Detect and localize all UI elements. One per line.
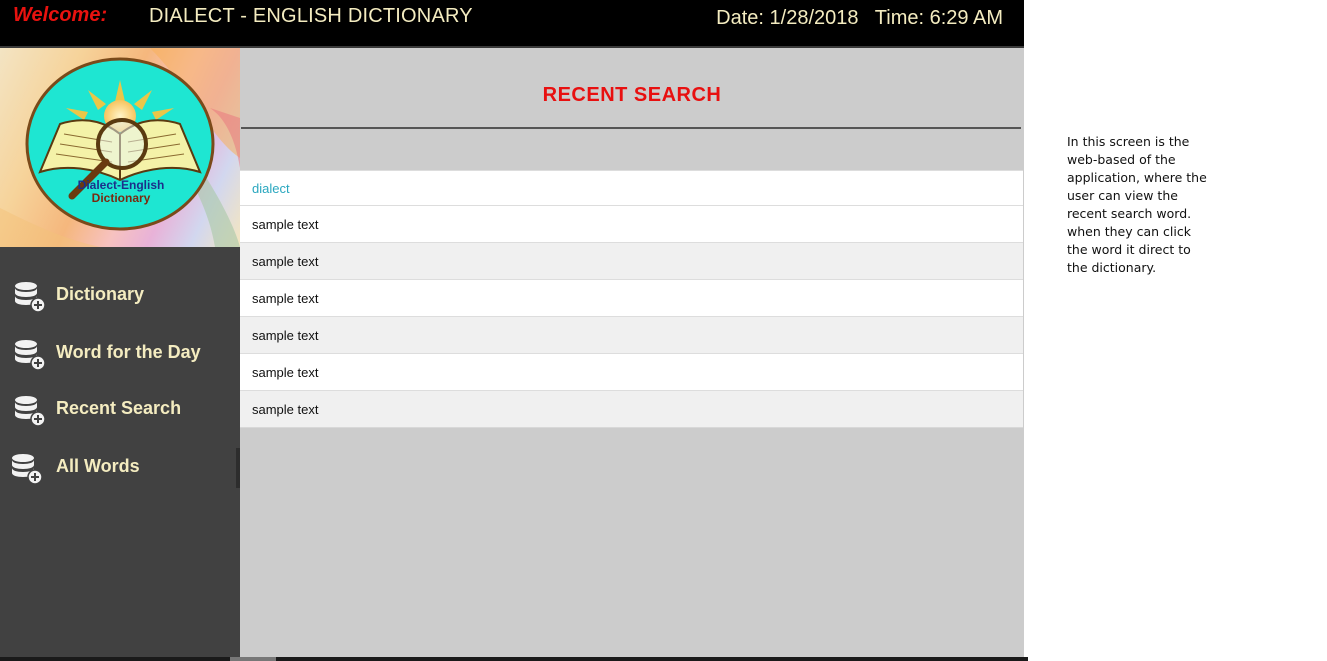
list-item[interactable]: sample text xyxy=(240,390,1023,427)
heading-divider xyxy=(241,127,1021,129)
list-item[interactable]: sample text xyxy=(240,242,1023,279)
sidebar-item-label: Word for the Day xyxy=(56,342,201,362)
logo-text-line2: Dictionary xyxy=(92,191,151,205)
list-item[interactable]: sample text xyxy=(240,279,1023,316)
recent-word-text: sample text xyxy=(252,254,319,269)
welcome-label: Welcome: xyxy=(13,4,108,26)
recent-search-list: dialect sample text sample text sample t… xyxy=(240,170,1023,428)
recent-word-text: sample text xyxy=(252,402,319,417)
sidebar-item-label: All Words xyxy=(56,456,140,476)
recent-word-text: sample text xyxy=(252,217,319,232)
list-item[interactable]: sample text xyxy=(240,353,1023,390)
database-add-icon xyxy=(15,340,46,371)
sidebar-item-label: Recent Search xyxy=(56,398,182,418)
recent-word-text: sample text xyxy=(252,291,319,306)
list-item[interactable]: sample text xyxy=(240,205,1023,242)
list-item[interactable]: dialect xyxy=(240,170,1023,205)
database-add-icon xyxy=(15,396,46,427)
database-add-icon xyxy=(12,454,43,485)
sidebar-item-dictionary[interactable]: Dictionary xyxy=(0,273,240,317)
recent-word-link[interactable]: dialect xyxy=(252,181,290,196)
date-time-display: Date: 1/28/2018 Time: 6:29 AM xyxy=(716,7,1003,29)
sidebar: Dialect-English Dictionary Dictionary Wo… xyxy=(0,48,242,661)
sidebar-item-word-for-the-day[interactable]: Word for the Day xyxy=(0,331,240,375)
app-title: DIALECT - ENGLISH DICTIONARY xyxy=(149,5,473,27)
description-note: In this screen is the web-based of the a… xyxy=(1067,134,1207,275)
top-header-bar: Welcome: DIALECT - ENGLISH DICTIONARY Da… xyxy=(0,0,1024,48)
sidebar-item-recent-search[interactable]: Recent Search xyxy=(0,387,240,431)
recent-word-text: sample text xyxy=(252,328,319,343)
sidebar-item-label: Dictionary xyxy=(56,284,145,304)
page-title: RECENT SEARCH xyxy=(542,84,722,106)
dictionary-logo: Dialect-English Dictionary xyxy=(0,48,240,247)
main-content: RECENT SEARCH dialect sample text sample… xyxy=(240,48,1024,657)
logo-text-line1: Dialect-English xyxy=(78,178,165,192)
database-add-icon xyxy=(15,282,46,313)
scroll-thumb[interactable] xyxy=(230,657,276,661)
sidebar-item-all-words[interactable]: All Words xyxy=(0,445,240,489)
recent-word-text: sample text xyxy=(252,365,319,380)
list-item[interactable]: sample text xyxy=(240,316,1023,353)
bottom-scrollbar xyxy=(0,657,1028,661)
logo-banner: Dialect-English Dictionary xyxy=(0,48,240,247)
